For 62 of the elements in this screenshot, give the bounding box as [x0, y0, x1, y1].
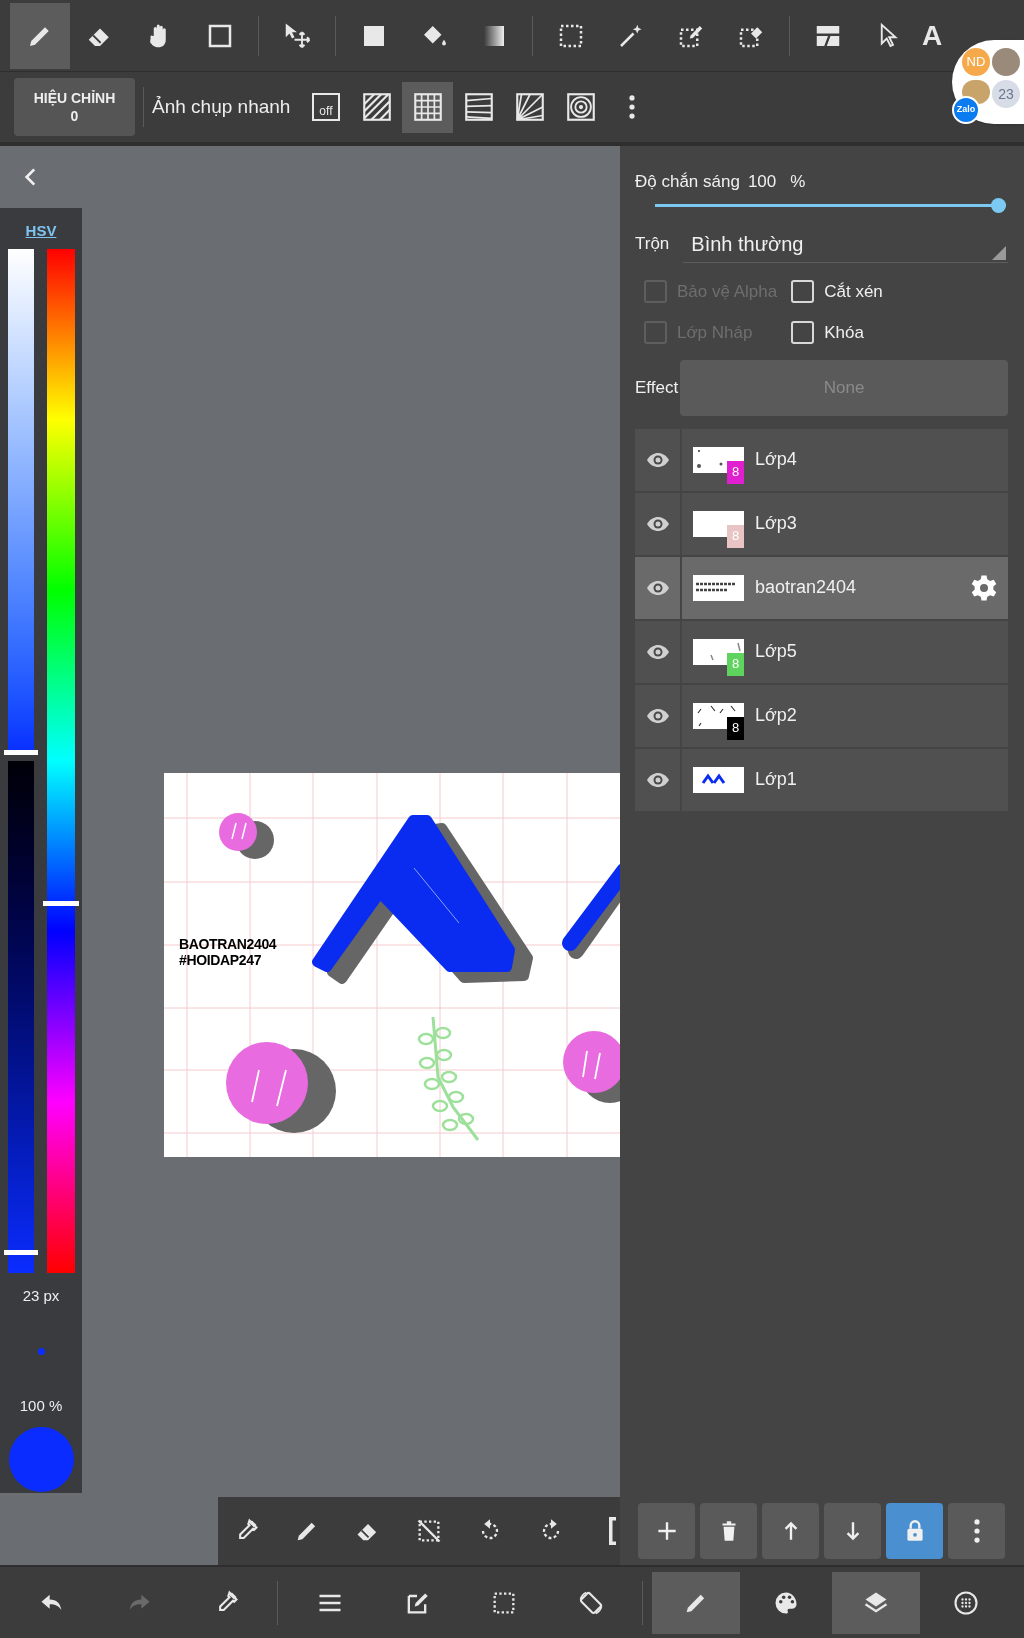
unread-count: 23: [992, 80, 1020, 108]
blend-label: Trộn: [635, 233, 670, 255]
layer-name: Lớp2: [755, 704, 798, 727]
chat-bubble[interactable]: ND 23 Zalo: [952, 40, 1024, 124]
layer-action-button[interactable]: [762, 1503, 819, 1559]
layer-row[interactable]: 8 Lớp4: [635, 428, 1008, 491]
layer-thumbnail: [693, 766, 744, 793]
avatar: [992, 48, 1020, 76]
layer-action-button[interactable]: [948, 1503, 1005, 1559]
layer-name: Lớp1: [755, 768, 798, 791]
layer-badge: 8: [727, 460, 744, 484]
layer-action-button[interactable]: [700, 1503, 757, 1559]
dropdown-corner-icon: [992, 245, 1006, 260]
more-icon: [627, 94, 636, 120]
layer-name: baotran2404: [755, 576, 858, 599]
snap-button[interactable]: off: [300, 81, 352, 133]
opacity-label: Độ chắn sáng: [635, 171, 740, 193]
dot-grid-icon: [952, 1588, 980, 1617]
snap-button[interactable]: [402, 81, 454, 133]
layer-name: Lớp5: [755, 640, 798, 663]
bracket-icon: [606, 1517, 618, 1545]
effect-label: Effect: [635, 376, 679, 399]
layer-row[interactable]: 8 Lớp3: [635, 492, 1008, 555]
layer-name: Lớp4: [755, 448, 798, 471]
layer-badge: 8: [727, 524, 744, 548]
canvas-text: #HOIDAP247: [179, 952, 263, 968]
checkbox-label: Khóa: [824, 322, 864, 344]
dot-drawing: [219, 813, 274, 859]
adjust-button[interactable]: HIỆU CHỈNH 0: [14, 78, 135, 136]
layer-row[interactable]: 8 Lớp5: [635, 620, 1008, 683]
tool-button[interactable]: [10, 2, 70, 69]
avatar: [962, 80, 990, 104]
layer-row[interactable]: Lớp1: [635, 748, 1008, 811]
more-icon: [972, 1518, 981, 1544]
layer-badge: 8: [727, 716, 744, 740]
deselect-icon: [415, 1517, 443, 1545]
layer-action-button[interactable]: [886, 1503, 943, 1559]
slider-thumb[interactable]: [42, 901, 79, 907]
opacity-slider[interactable]: [655, 197, 1006, 213]
slider-thumb[interactable]: [3, 750, 38, 755]
layer-action-button[interactable]: [824, 1503, 881, 1559]
slider-thumb[interactable]: [3, 1249, 38, 1255]
opacity-value: 100: [747, 171, 777, 193]
color-mode-tab[interactable]: HSV: [25, 220, 57, 240]
layer-badge: 8: [727, 652, 744, 676]
layer-row[interactable]: 8 Lớp2: [635, 684, 1008, 747]
layer-action-button[interactable]: [638, 1503, 695, 1559]
layer-row[interactable]: baotran2404: [635, 556, 1008, 619]
layer-thumbnail: [693, 574, 744, 601]
opacity-unit: %: [790, 171, 806, 193]
slider-thumb[interactable]: [991, 197, 1006, 213]
drawing-canvas[interactable]: BAOTRAN2404 #HOIDAP247: [164, 773, 620, 1157]
layer-name: Lớp3: [755, 512, 798, 535]
toolbar-button[interactable]: [832, 1571, 920, 1634]
blend-mode-dropdown[interactable]: Bình thường: [683, 226, 1008, 263]
avatar-initials: ND: [962, 48, 990, 76]
tool-button[interactable]: A: [918, 2, 948, 69]
checkbox-label: Cắt xén: [824, 280, 883, 303]
opacity-label: 100 %: [19, 1395, 63, 1416]
canvas-text: BAOTRAN2404: [179, 936, 277, 952]
snapshot-label: Ảnh chụp nhanh: [152, 94, 291, 119]
brush-size-label: 23 px: [22, 1286, 60, 1306]
